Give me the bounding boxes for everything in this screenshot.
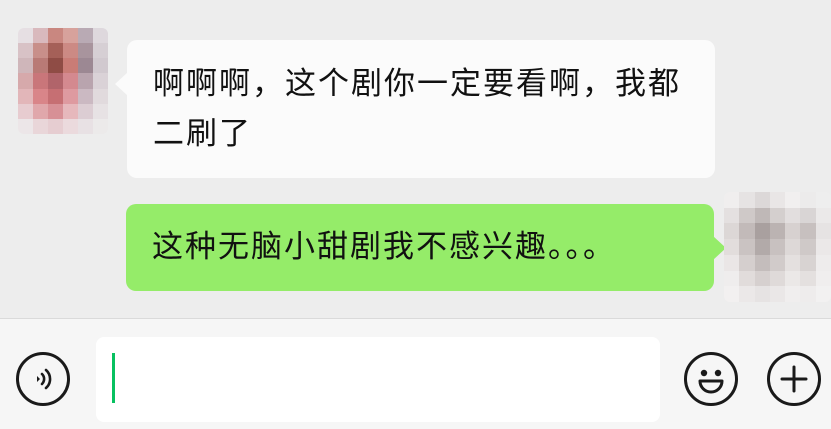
voice-button[interactable] bbox=[16, 352, 70, 406]
text-caret bbox=[112, 353, 115, 403]
more-button[interactable] bbox=[767, 352, 821, 406]
contact-avatar[interactable] bbox=[18, 28, 108, 134]
outgoing-message-bubble[interactable]: 这种无脑小甜剧我不感兴趣。。。 bbox=[126, 204, 726, 291]
outgoing-message-text: 这种无脑小甜剧我不感兴趣。。。 bbox=[152, 229, 616, 265]
self-avatar[interactable] bbox=[724, 192, 831, 302]
voice-icon bbox=[37, 368, 52, 390]
message-input[interactable] bbox=[96, 337, 660, 422]
plus-icon bbox=[780, 365, 808, 393]
emoji-icon bbox=[698, 369, 724, 394]
incoming-message-bubble[interactable]: 啊啊啊，这个剧你一定要看啊，我都二刷了 bbox=[115, 40, 715, 178]
incoming-message-text: 啊啊啊，这个剧你一定要看啊，我都二刷了 bbox=[153, 66, 681, 152]
chat-area: 啊啊啊，这个剧你一定要看啊，我都二刷了 这种无脑小甜剧我不感兴趣。。。 bbox=[0, 0, 831, 318]
input-bar bbox=[0, 318, 831, 429]
emoji-button[interactable] bbox=[684, 352, 738, 406]
